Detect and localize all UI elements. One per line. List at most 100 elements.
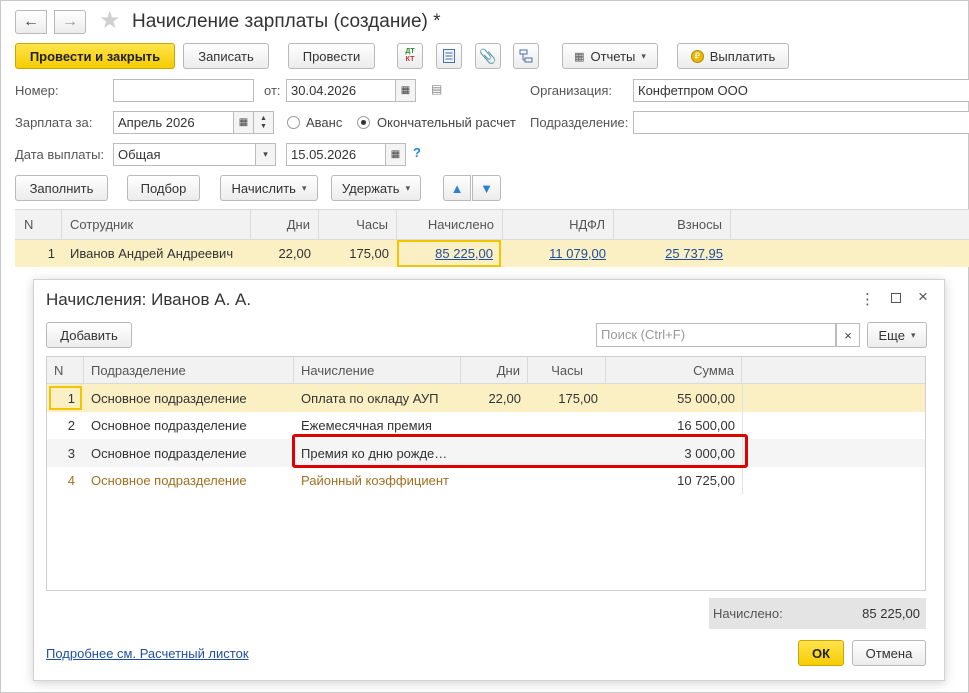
col-division[interactable]: Подразделение bbox=[84, 357, 294, 383]
col-contributions[interactable]: Взносы bbox=[614, 210, 731, 239]
col-accrued[interactable]: Начислено bbox=[397, 210, 503, 239]
chevron-down-icon: ▾ bbox=[641, 50, 646, 61]
organization-input[interactable]: Конфетпром ООО bbox=[633, 79, 969, 102]
withhold-button[interactable]: Удержать ▾ bbox=[331, 175, 421, 201]
search-input[interactable]: Поиск (Ctrl+F) bbox=[596, 323, 836, 347]
forward-button[interactable]: → bbox=[54, 10, 86, 34]
col-days[interactable]: Дни bbox=[251, 210, 319, 239]
post-button[interactable]: Провести bbox=[288, 43, 375, 69]
dt-kt-button[interactable]: ДТ КТ bbox=[397, 43, 423, 69]
pay-button[interactable]: ₽ Выплатить bbox=[677, 43, 789, 69]
division-input[interactable] bbox=[633, 111, 969, 134]
col-employee[interactable]: Сотрудник bbox=[62, 210, 251, 239]
row-accrual: Оплата по окладу АУП bbox=[301, 390, 439, 406]
coin-icon: ₽ bbox=[690, 49, 704, 63]
total-value: 85 225,00 bbox=[862, 606, 920, 621]
dialog-title: Начисления: Иванов А. А. bbox=[46, 290, 252, 309]
fill-button[interactable]: Заполнить bbox=[15, 175, 108, 201]
select-button[interactable]: Подбор bbox=[127, 175, 200, 201]
number-label: Номер: bbox=[15, 83, 59, 98]
row-division: Основное подразделение bbox=[91, 390, 247, 406]
radio-dot bbox=[361, 120, 366, 125]
col-n[interactable]: N bbox=[47, 357, 84, 383]
number-input[interactable] bbox=[113, 79, 254, 102]
row-n[interactable]: 1 bbox=[49, 386, 82, 410]
reports-button[interactable]: ▦ Отчеты ▾ bbox=[562, 43, 658, 69]
row-division: Основное подразделение bbox=[91, 418, 247, 433]
clear-search-button[interactable]: × bbox=[836, 323, 860, 347]
main-table-header: N Сотрудник Дни Часы Начислено НДФЛ Взно… bbox=[15, 209, 969, 240]
more-button[interactable]: Еще ▾ bbox=[867, 322, 927, 348]
col-hours[interactable]: Часы bbox=[319, 210, 397, 239]
favorite-star-icon[interactable]: ★ bbox=[99, 6, 121, 35]
total-label: Начислено: bbox=[713, 606, 783, 621]
date-input[interactable]: 30.04.2026 bbox=[286, 79, 396, 102]
accrue-button[interactable]: Начислить ▾ bbox=[220, 175, 318, 201]
highlight-box bbox=[292, 434, 748, 468]
col-sum[interactable]: Сумма bbox=[606, 357, 742, 383]
save-button[interactable]: Записать bbox=[183, 43, 269, 69]
cancel-button[interactable]: Отмена bbox=[852, 640, 926, 666]
move-up-button[interactable]: ▲ bbox=[443, 175, 471, 201]
row-employee: Иванов Андрей Андреевич bbox=[70, 246, 234, 261]
row-accrued[interactable]: 85 225,00 bbox=[435, 246, 493, 261]
chevron-down-icon: ▾ bbox=[263, 149, 268, 159]
more-vertical-icon[interactable]: ⋮ bbox=[860, 290, 875, 308]
accruals-table: N Подразделение Начисление Дни Часы Сумм… bbox=[46, 356, 926, 591]
add-button[interactable]: Добавить bbox=[46, 322, 132, 348]
structure-button[interactable] bbox=[513, 43, 539, 69]
table-row[interactable]: 1 Иванов Андрей Андреевич 22,00 175,00 8… bbox=[15, 240, 969, 267]
row-sum: 55 000,00 bbox=[677, 390, 735, 406]
table-row[interactable]: 4 Основное подразделение Районный коэффи… bbox=[47, 467, 925, 494]
total-panel: Начислено: 85 225,00 bbox=[709, 598, 926, 629]
calculator-button[interactable] bbox=[436, 43, 462, 69]
row-n: 2 bbox=[67, 418, 75, 433]
advance-radio[interactable] bbox=[287, 116, 300, 129]
report-icon: ▦ bbox=[574, 50, 585, 63]
arrow-right-icon: → bbox=[62, 13, 78, 30]
ok-button[interactable]: ОК bbox=[798, 640, 844, 666]
back-button[interactable]: ← bbox=[15, 10, 47, 34]
maximize-icon[interactable] bbox=[891, 293, 901, 303]
pay-date-calendar-button[interactable]: ▦ bbox=[386, 143, 406, 166]
salary-for-label: Зарплата за: bbox=[15, 115, 93, 130]
pay-date-input[interactable]: 15.05.2026 bbox=[286, 143, 386, 166]
period-stepper[interactable]: ▲ ▼ bbox=[254, 111, 274, 134]
chevron-down-icon: ▾ bbox=[910, 329, 916, 340]
row-hours: 175,00 bbox=[558, 390, 598, 406]
row-contributions[interactable]: 25 737,95 bbox=[665, 246, 723, 261]
withhold-label: Удержать bbox=[341, 180, 400, 196]
help-icon[interactable]: ? bbox=[413, 145, 421, 160]
salary-period-input[interactable]: Апрель 2026 bbox=[113, 111, 234, 134]
accruals-dialog: Начисления: Иванов А. А. ⋮ × Добавить По… bbox=[33, 279, 945, 681]
hierarchy-icon bbox=[519, 49, 533, 63]
calendar-button[interactable]: ▦ bbox=[396, 79, 416, 102]
col-ndfl[interactable]: НДФЛ bbox=[503, 210, 614, 239]
row-n: 3 bbox=[67, 445, 75, 461]
col-n[interactable]: N bbox=[15, 210, 62, 239]
comment-icon[interactable]: ▤ bbox=[431, 82, 442, 96]
move-down-button[interactable]: ▼ bbox=[472, 175, 501, 201]
pay-date-type-dropdown[interactable]: ▾ bbox=[256, 143, 276, 166]
table-row[interactable]: 1 Основное подразделение Оплата по оклад… bbox=[47, 384, 925, 412]
row-accrued-cell[interactable]: 85 225,00 bbox=[397, 240, 501, 267]
calendar-icon: ▦ bbox=[238, 117, 249, 128]
period-calendar-button[interactable]: ▦ bbox=[234, 111, 254, 134]
arrow-down-icon: ▼ bbox=[480, 180, 493, 196]
reports-label: Отчеты bbox=[590, 48, 636, 64]
division-label: Подразделение: bbox=[530, 115, 629, 130]
row-ndfl[interactable]: 11 079,00 bbox=[549, 246, 606, 261]
col-accrual[interactable]: Начисление bbox=[294, 357, 461, 383]
pay-date-type-select[interactable]: Общая bbox=[113, 143, 256, 166]
chevron-down-icon: ▼ bbox=[260, 122, 267, 130]
close-icon[interactable]: × bbox=[918, 287, 928, 307]
attach-button[interactable]: 📎 bbox=[475, 43, 501, 69]
row-days: 22,00 bbox=[488, 390, 521, 406]
final-radio[interactable] bbox=[357, 116, 370, 129]
col-days[interactable]: Дни bbox=[461, 357, 528, 383]
col-hours[interactable]: Часы bbox=[528, 357, 606, 383]
advance-label: Аванс bbox=[306, 115, 343, 130]
payslip-link[interactable]: Подробнее см. Расчетный листок bbox=[46, 646, 249, 661]
row-contrib-cell: 25 737,95 bbox=[614, 240, 723, 267]
post-and-close-button[interactable]: Провести и закрыть bbox=[15, 43, 175, 69]
